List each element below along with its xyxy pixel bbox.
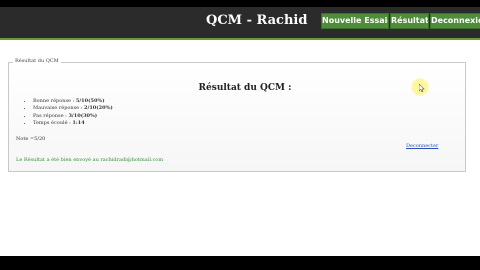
stat-label: Mauvaise réponse : bbox=[33, 105, 83, 112]
stat-value: 3/10(30%) bbox=[68, 112, 98, 119]
stat-value: 1:14 bbox=[72, 120, 85, 127]
list-item: Mauvaise réponse : 2/10(20%) bbox=[33, 105, 113, 112]
result-panel: Résultat du QCM Résultat du QCM : Bonne … bbox=[8, 58, 466, 172]
email-confirmation: Le Résultat a été bien envoyé au rachidr… bbox=[16, 157, 164, 163]
stat-label: Bonne réponse : bbox=[33, 98, 75, 104]
list-item: Temps écoulé : 1:14 bbox=[33, 120, 113, 127]
bottom-bar bbox=[0, 256, 480, 270]
stat-label: Temps écoulé : bbox=[33, 120, 71, 127]
stat-label: Pas réponse : bbox=[33, 112, 67, 119]
result-button[interactable]: Résultat bbox=[390, 13, 429, 29]
stats-list: Bonne réponse : 5/10(50%) Mauvaise répon… bbox=[23, 98, 113, 128]
mouse-cursor-icon bbox=[419, 84, 425, 92]
panel-legend: Résultat du QCM bbox=[13, 58, 61, 64]
stat-value: 2/10(20%) bbox=[84, 105, 113, 112]
logout-button[interactable]: Deconnexion bbox=[430, 13, 480, 29]
disconnect-link[interactable]: Deconnecter bbox=[406, 143, 438, 149]
stat-value: 5/10(50%) bbox=[75, 98, 105, 104]
app-title: QCM - Rachid bbox=[206, 13, 308, 28]
score-note: Note =5/20 bbox=[16, 136, 46, 142]
result-heading: Résultat du QCM : bbox=[198, 83, 292, 93]
page-content: Résultat du QCM Résultat du QCM : Bonne … bbox=[0, 40, 480, 256]
new-attempt-button[interactable]: Nouvelle Essaie bbox=[321, 13, 389, 29]
top-header: QCM - Rachid Nouvelle Essaie Résultat De… bbox=[0, 7, 480, 40]
